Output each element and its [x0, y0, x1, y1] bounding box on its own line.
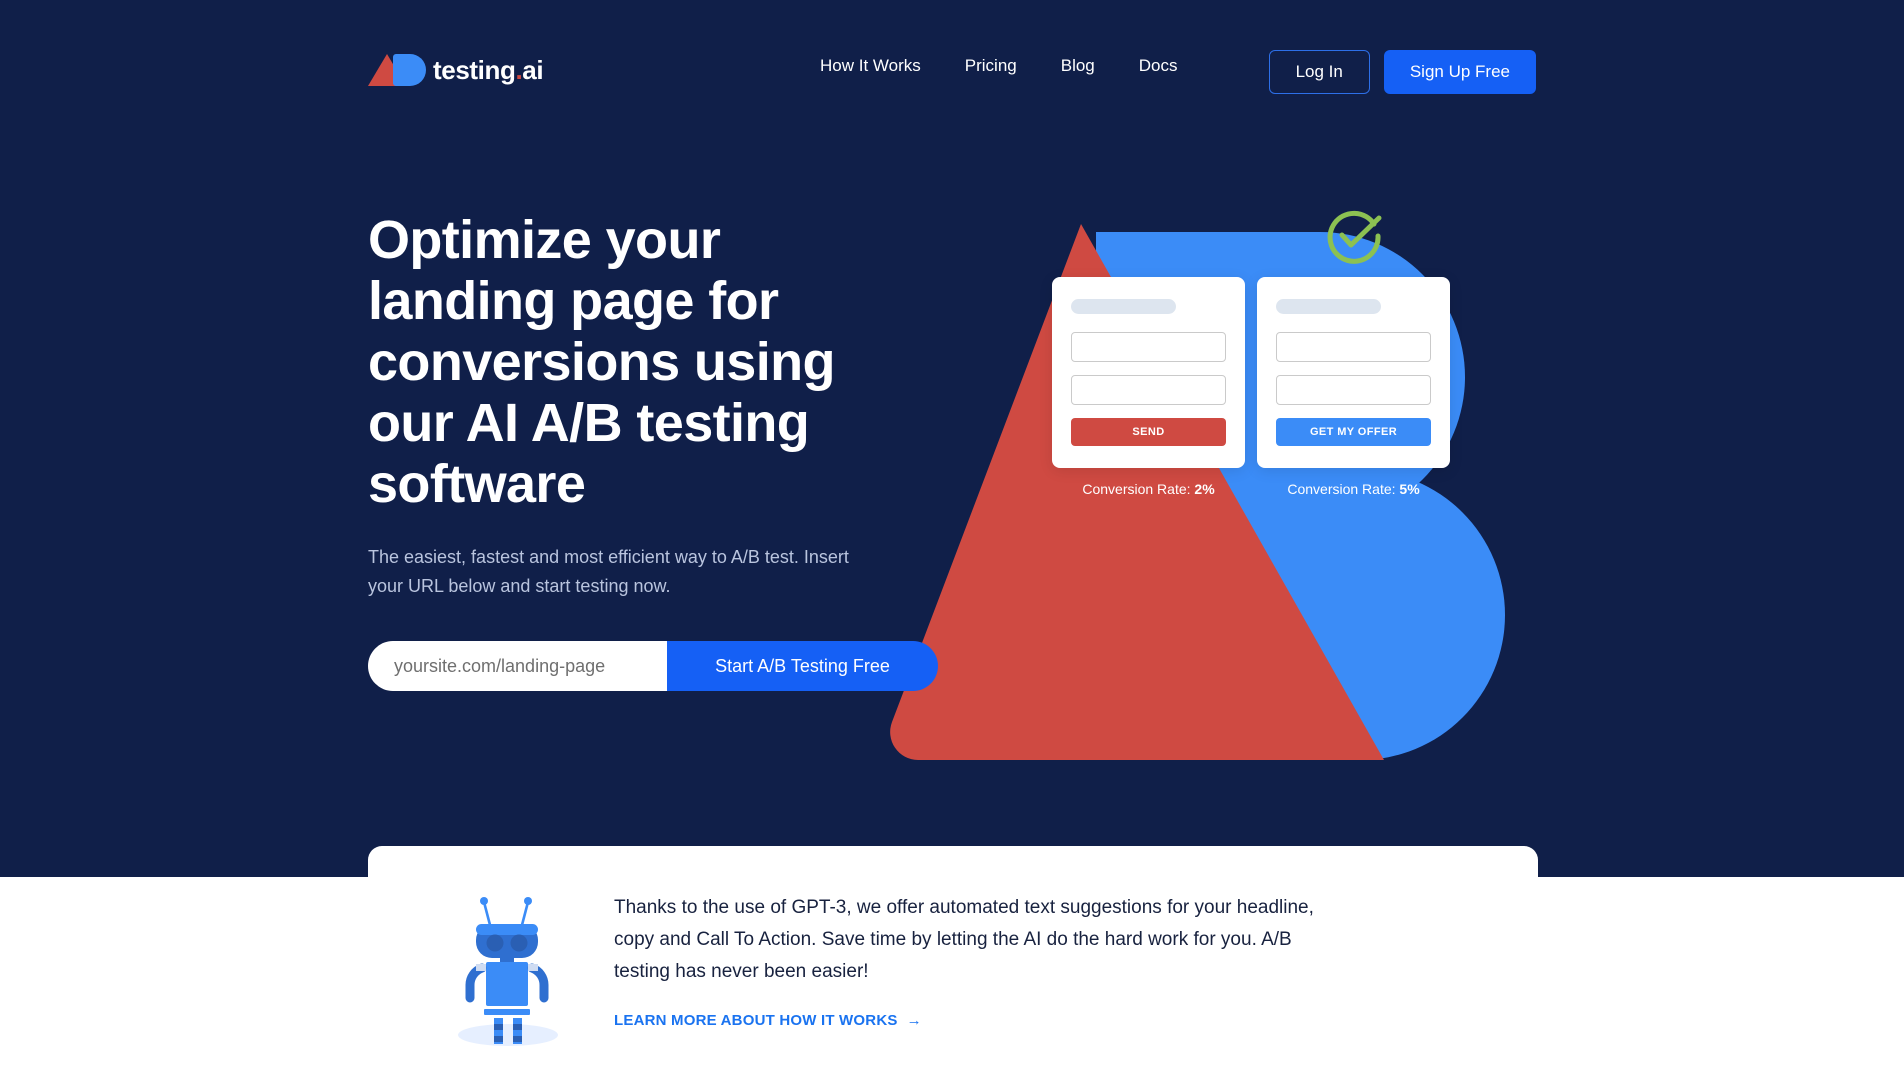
log-in-button[interactable]: Log In — [1268, 50, 1370, 94]
variant-a-conversion-rate: Conversion Rate: 2% — [1052, 481, 1245, 497]
variant-b-field-1[interactable] — [1276, 332, 1431, 362]
logo[interactable]: testing.ai — [368, 50, 544, 90]
logo-mark-icon — [368, 54, 426, 86]
variant-a-field-2[interactable] — [1071, 375, 1226, 405]
logo-letter-b-icon — [393, 54, 426, 86]
variant-b: GET MY OFFER Conversion Rate: 5% — [1257, 277, 1450, 497]
logo-suffix: ai — [522, 55, 544, 85]
hero-copy: Optimize your landing page for conversio… — [368, 210, 938, 691]
circle-check-icon — [1322, 202, 1386, 271]
variant-a: SEND Conversion Rate: 2% — [1052, 277, 1245, 497]
hero-subtitle: The easiest, fastest and most efficient … — [368, 547, 849, 596]
variant-b-conversion-label: Conversion Rate: — [1287, 481, 1400, 497]
variant-a-field-1[interactable] — [1071, 332, 1226, 362]
variant-b-field-2[interactable] — [1276, 375, 1431, 405]
site-header: testing.ai How It Works Pricing Blog Doc… — [0, 0, 1904, 118]
hero-url-form: Start A/B Testing Free — [368, 641, 938, 691]
sign-up-free-button[interactable]: Sign Up Free — [1383, 50, 1536, 94]
variant-b-conversion-rate: Conversion Rate: 5% — [1257, 481, 1450, 497]
hero-illustration — [800, 180, 1704, 780]
variant-b-card: GET MY OFFER — [1257, 277, 1450, 468]
nav-item-blog[interactable]: Blog — [1061, 56, 1095, 76]
variant-a-conversion-label: Conversion Rate: — [1082, 481, 1195, 497]
landing-page: testing.ai How It Works Pricing Blog Doc… — [0, 0, 1904, 1080]
nav-item-docs[interactable]: Docs — [1139, 56, 1178, 76]
page-title: Optimize your landing page for conversio… — [368, 210, 836, 514]
nav-item-pricing[interactable]: Pricing — [965, 56, 1017, 76]
arrow-right-icon: → — [906, 1012, 922, 1029]
variant-b-title-placeholder — [1276, 299, 1381, 314]
robot-illustration — [418, 886, 598, 1052]
logo-word: testing — [433, 55, 516, 85]
variant-a-send-button[interactable]: SEND — [1071, 418, 1226, 446]
variant-a-conversion-value: 2% — [1194, 481, 1215, 497]
feature-card: Thanks to the use of GPT-3, we offer aut… — [368, 846, 1538, 1080]
variant-a-card: SEND — [1052, 277, 1245, 468]
auth-actions: Log In Sign Up Free — [1268, 50, 1536, 94]
feature-paragraph: Thanks to the use of GPT-3, we offer aut… — [614, 897, 1314, 982]
learn-more-link[interactable]: LEARN MORE ABOUT HOW IT WORKS → — [614, 1012, 922, 1029]
url-input[interactable] — [368, 641, 667, 691]
variant-b-conversion-value: 5% — [1399, 481, 1420, 497]
start-ab-testing-button[interactable]: Start A/B Testing Free — [667, 641, 938, 691]
nav-item-how-it-works[interactable]: How It Works — [820, 56, 921, 76]
learn-more-label: LEARN MORE ABOUT HOW IT WORKS — [614, 1012, 898, 1029]
variant-b-get-my-offer-button[interactable]: GET MY OFFER — [1276, 418, 1431, 446]
feature-body: Thanks to the use of GPT-3, we offer aut… — [598, 886, 1488, 1030]
main-navigation: How It Works Pricing Blog Docs — [820, 56, 1178, 76]
variant-a-title-placeholder — [1071, 299, 1176, 314]
logo-wordmark: testing.ai — [433, 55, 544, 85]
